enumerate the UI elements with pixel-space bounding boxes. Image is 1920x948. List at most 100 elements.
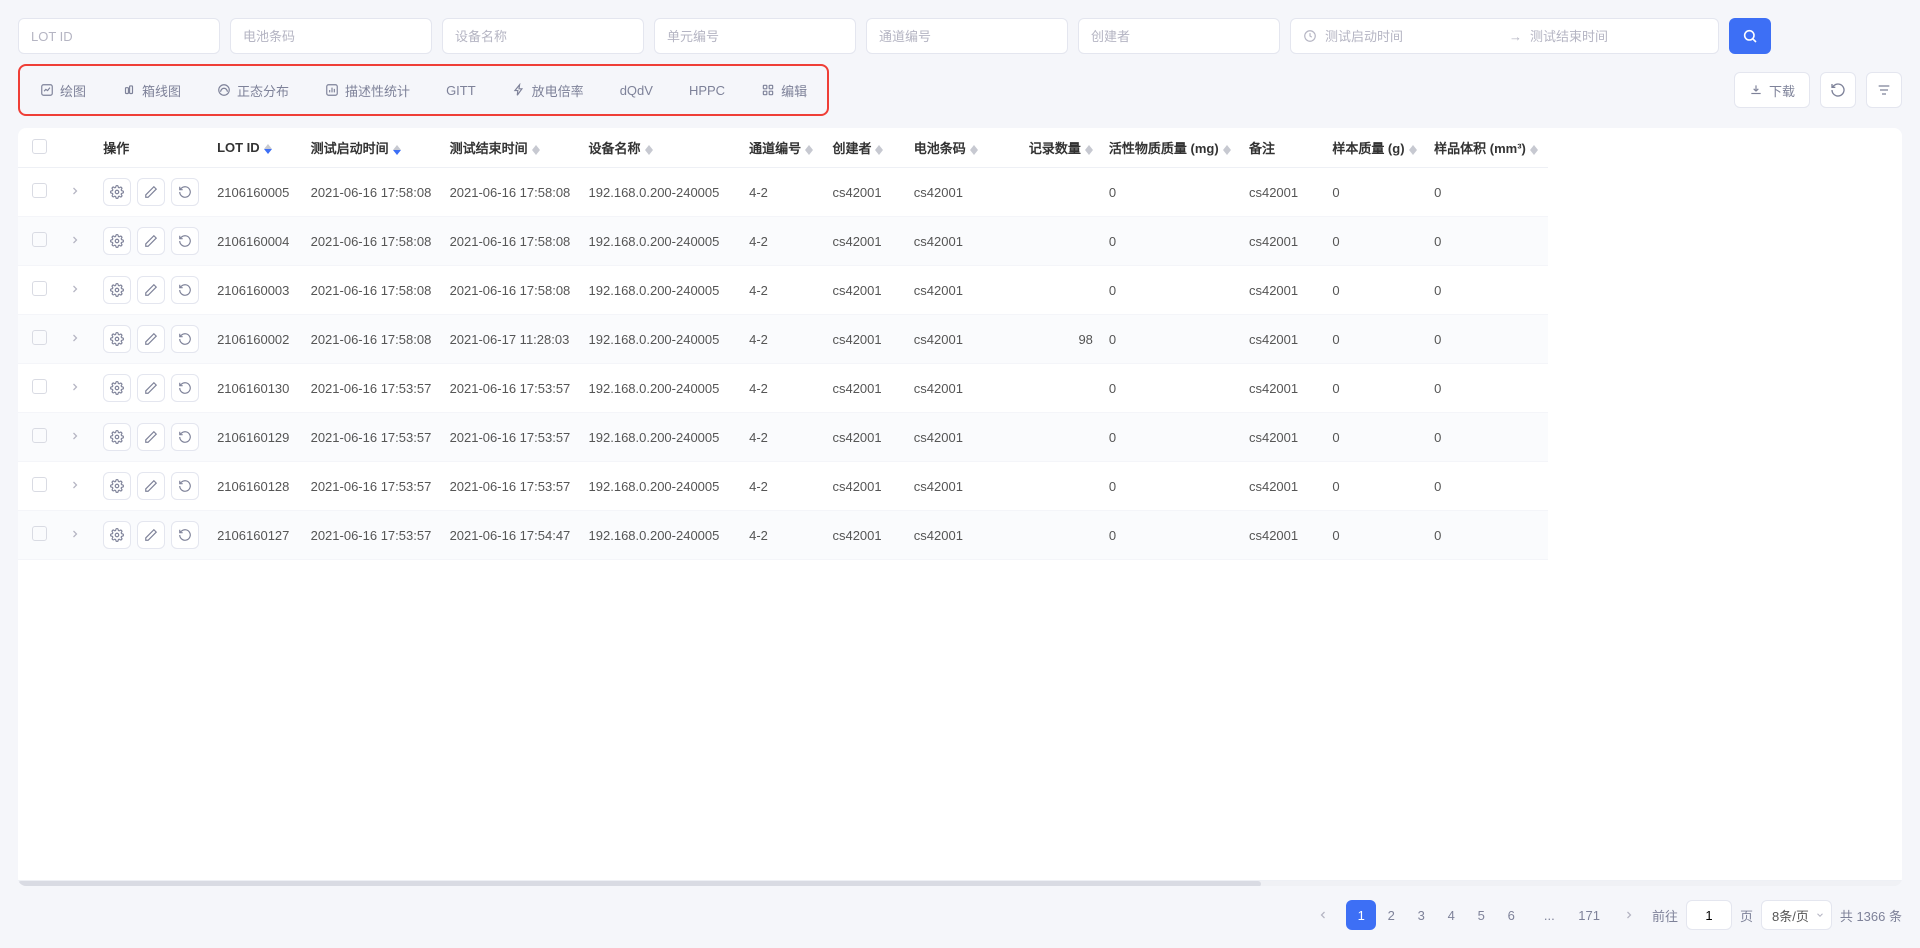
download-button[interactable]: 下载: [1734, 72, 1810, 108]
col-record-count[interactable]: 记录数量: [1029, 141, 1081, 156]
expand-row-icon[interactable]: [69, 332, 81, 344]
page-6[interactable]: 6: [1496, 900, 1526, 930]
tool-draw[interactable]: 绘图: [26, 72, 100, 108]
expand-row-icon[interactable]: [69, 185, 81, 197]
expand-row-icon[interactable]: [69, 283, 81, 295]
row-settings-button[interactable]: [103, 178, 131, 206]
sort-icon[interactable]: [1530, 145, 1538, 155]
col-start-time[interactable]: 测试启动时间: [311, 141, 389, 156]
horizontal-scrollbar[interactable]: [18, 880, 1902, 886]
row-edit-button[interactable]: [137, 276, 165, 304]
history-icon: [178, 185, 192, 199]
filter-date-end[interactable]: [1530, 29, 1706, 44]
page-1[interactable]: 1: [1346, 900, 1376, 930]
page-4[interactable]: 4: [1436, 900, 1466, 930]
col-lot-id[interactable]: LOT ID: [217, 140, 260, 155]
row-settings-button[interactable]: [103, 472, 131, 500]
per-page-select[interactable]: 8条/页: [1761, 900, 1832, 930]
row-checkbox[interactable]: [32, 428, 47, 443]
col-channel-no[interactable]: 通道编号: [749, 141, 801, 156]
sort-icon[interactable]: [393, 145, 401, 155]
col-creator[interactable]: 创建者: [832, 141, 871, 156]
expand-row-icon[interactable]: [69, 234, 81, 246]
row-history-button[interactable]: [171, 472, 199, 500]
row-checkbox[interactable]: [32, 379, 47, 394]
filter-lot-id[interactable]: [18, 18, 220, 54]
row-settings-button[interactable]: [103, 276, 131, 304]
tool-edit[interactable]: 编辑: [747, 72, 821, 108]
row-edit-button[interactable]: [137, 325, 165, 353]
row-checkbox[interactable]: [32, 526, 47, 541]
filter-battery-code[interactable]: [230, 18, 432, 54]
row-settings-button[interactable]: [103, 325, 131, 353]
tool-descriptive[interactable]: 描述性统计: [311, 72, 424, 108]
sort-icon[interactable]: [875, 145, 883, 155]
row-settings-button[interactable]: [103, 374, 131, 402]
settings-button[interactable]: [1866, 72, 1902, 108]
col-battery-code[interactable]: 电池条码: [914, 141, 966, 156]
row-edit-button[interactable]: [137, 472, 165, 500]
expand-row-icon[interactable]: [69, 479, 81, 491]
refresh-button[interactable]: [1820, 72, 1856, 108]
row-edit-button[interactable]: [137, 227, 165, 255]
tool-discharge-rate[interactable]: 放电倍率: [498, 72, 598, 108]
tool-hppc[interactable]: HPPC: [675, 72, 739, 108]
sort-icon[interactable]: [805, 145, 813, 155]
sort-icon[interactable]: [532, 145, 540, 155]
row-settings-button[interactable]: [103, 227, 131, 255]
sort-icon[interactable]: [1409, 145, 1417, 155]
tool-gitt[interactable]: GITT: [432, 72, 490, 108]
tool-dqdv[interactable]: dQdV: [606, 72, 667, 108]
row-checkbox[interactable]: [32, 330, 47, 345]
goto-input[interactable]: [1686, 900, 1732, 930]
date-range-separator: →: [1509, 29, 1522, 44]
sort-icon[interactable]: [645, 145, 653, 155]
row-edit-button[interactable]: [137, 178, 165, 206]
page-next[interactable]: [1614, 900, 1644, 930]
row-edit-button[interactable]: [137, 423, 165, 451]
sort-icon[interactable]: [1223, 145, 1231, 155]
sort-icon[interactable]: [264, 144, 272, 154]
sort-icon[interactable]: [970, 145, 978, 155]
expand-row-icon[interactable]: [69, 528, 81, 540]
page-2[interactable]: 2: [1376, 900, 1406, 930]
row-edit-button[interactable]: [137, 374, 165, 402]
page-last[interactable]: 171: [1572, 900, 1606, 930]
page-5[interactable]: 5: [1466, 900, 1496, 930]
row-settings-button[interactable]: [103, 423, 131, 451]
col-sample-mass[interactable]: 样本质量 (g): [1332, 141, 1404, 156]
filter-channel-no[interactable]: [866, 18, 1068, 54]
row-history-button[interactable]: [171, 374, 199, 402]
row-history-button[interactable]: [171, 325, 199, 353]
row-checkbox[interactable]: [32, 477, 47, 492]
row-checkbox[interactable]: [32, 183, 47, 198]
filter-date-start[interactable]: [1325, 29, 1501, 44]
page-prev[interactable]: [1308, 900, 1338, 930]
search-button[interactable]: [1729, 18, 1771, 54]
filter-creator[interactable]: [1078, 18, 1280, 54]
filter-device-name[interactable]: [442, 18, 644, 54]
row-history-button[interactable]: [171, 276, 199, 304]
col-end-time[interactable]: 测试结束时间: [450, 141, 528, 156]
col-device-name[interactable]: 设备名称: [589, 141, 641, 156]
tool-normal-dist[interactable]: 正态分布: [203, 72, 303, 108]
col-active-mass[interactable]: 活性物质质量 (mg): [1109, 141, 1219, 156]
expand-row-icon[interactable]: [69, 381, 81, 393]
col-sample-volume[interactable]: 样品体积 (mm³): [1434, 141, 1526, 156]
row-history-button[interactable]: [171, 423, 199, 451]
row-settings-button[interactable]: [103, 521, 131, 549]
sort-icon[interactable]: [1085, 145, 1093, 155]
row-edit-button[interactable]: [137, 521, 165, 549]
select-all-checkbox[interactable]: [32, 139, 47, 154]
page-3[interactable]: 3: [1406, 900, 1436, 930]
row-checkbox[interactable]: [32, 232, 47, 247]
row-history-button[interactable]: [171, 227, 199, 255]
page-ellipsis[interactable]: ...: [1534, 900, 1564, 930]
filter-unit-no[interactable]: [654, 18, 856, 54]
expand-row-icon[interactable]: [69, 430, 81, 442]
row-history-button[interactable]: [171, 521, 199, 549]
tool-boxplot[interactable]: 箱线图: [108, 72, 195, 108]
filter-date-range[interactable]: →: [1290, 18, 1719, 54]
row-checkbox[interactable]: [32, 281, 47, 296]
row-history-button[interactable]: [171, 178, 199, 206]
